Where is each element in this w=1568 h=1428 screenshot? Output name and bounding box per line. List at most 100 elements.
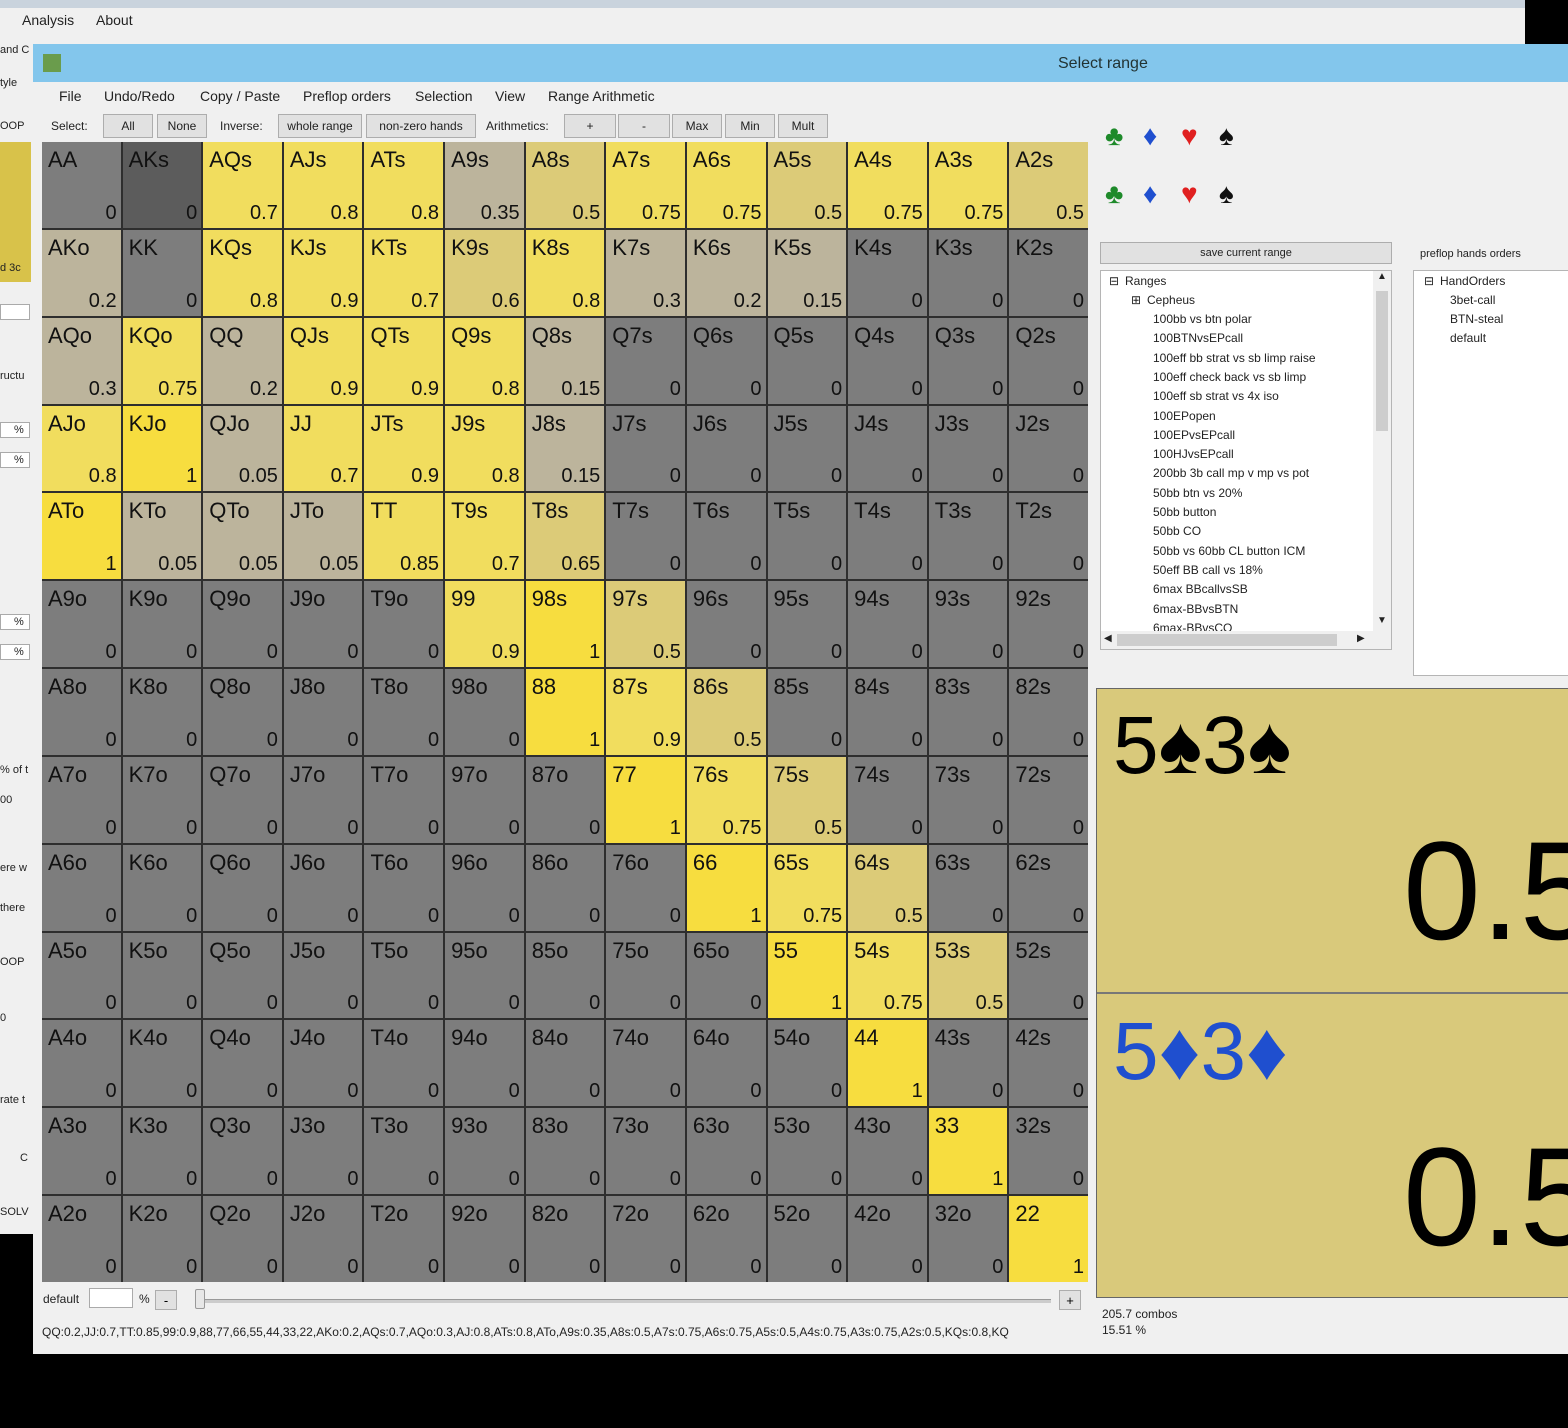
hand-cell[interactable]: Q6s 0 <box>686 317 766 404</box>
hand-cell[interactable]: 85s 0 <box>767 669 847 755</box>
tree-vertical-scrollbar[interactable]: ▲ ▼ <box>1373 271 1391 631</box>
hand-cell[interactable]: Q8o 0 <box>203 669 282 755</box>
hand-cell[interactable]: 62o 0 <box>686 1196 766 1282</box>
hand-cell[interactable]: J8o 0 <box>283 669 363 755</box>
tree-node-default[interactable]: default <box>1450 331 1486 345</box>
hand-cell[interactable]: 32o 0 <box>928 1196 1008 1282</box>
hand-cell[interactable]: 98s 1 <box>525 581 605 668</box>
hand-cell[interactable]: A9o 0 <box>42 581 121 668</box>
menu-view[interactable]: View <box>495 88 525 104</box>
weight-slider-track[interactable] <box>201 1299 1051 1303</box>
tree-range-item[interactable]: 50eff BB call vs 18% <box>1153 563 1263 577</box>
hand-cell[interactable]: T3s 0 <box>928 493 1008 580</box>
tree-range-item[interactable]: 100eff check back vs sb limp <box>1153 370 1306 384</box>
hand-cell[interactable]: K3s 0 <box>928 229 1008 316</box>
tree-range-item[interactable]: 100EPvsEPcall <box>1153 428 1235 442</box>
hand-cell[interactable]: 42s 0 <box>1009 1020 1088 1107</box>
hand-cell[interactable]: 84s 0 <box>848 669 927 755</box>
hand-cell[interactable]: JTs 0.9 <box>364 405 444 492</box>
hand-cell[interactable]: QTs 0.9 <box>364 317 444 404</box>
hand-cell[interactable]: J5o 0 <box>283 932 363 1019</box>
hand-cell[interactable]: Q2s 0 <box>1009 317 1088 404</box>
hand-cell[interactable]: T2o 0 <box>364 1196 444 1282</box>
hand-cell[interactable]: A7s 0.75 <box>606 142 685 228</box>
hand-cell[interactable]: 87s 0.9 <box>606 669 685 755</box>
hand-cell[interactable]: A4s 0.75 <box>848 142 927 228</box>
hand-cell[interactable]: K2s 0 <box>1009 229 1088 316</box>
hand-cell[interactable]: K8o 0 <box>122 669 202 755</box>
hand-cell[interactable]: 96s 0 <box>686 581 766 668</box>
weight-slider-thumb[interactable] <box>195 1289 205 1309</box>
hand-cell[interactable]: K3o 0 <box>122 1108 202 1195</box>
hand-cell[interactable]: J9o 0 <box>283 581 363 668</box>
hand-cell[interactable]: 42o 0 <box>848 1196 927 1282</box>
hand-cell[interactable]: J5s 0 <box>767 405 847 492</box>
scroll-left-icon[interactable]: ◀ <box>1104 633 1112 644</box>
hand-cell[interactable]: T4o 0 <box>364 1020 444 1107</box>
hand-cell[interactable]: A7o 0 <box>42 756 121 843</box>
hand-cell[interactable]: 77 1 <box>606 756 685 843</box>
min-button[interactable]: Min <box>725 114 775 138</box>
hand-cell[interactable]: T3o 0 <box>364 1108 444 1195</box>
hand-cell[interactable]: T5o 0 <box>364 932 444 1019</box>
hand-cell[interactable]: A6s 0.75 <box>686 142 766 228</box>
hand-cell[interactable]: 43s 0 <box>928 1020 1008 1107</box>
hand-cell[interactable]: 64o 0 <box>686 1020 766 1107</box>
hand-cell[interactable]: 74o 0 <box>606 1020 685 1107</box>
tree-range-item[interactable]: 6max BBcallvsSB <box>1153 582 1248 596</box>
hand-cell[interactable]: QQ 0.2 <box>203 317 282 404</box>
hand-cell[interactable]: K5s 0.15 <box>767 229 847 316</box>
select-all-button[interactable]: All <box>103 114 153 138</box>
hand-cell[interactable]: 93s 0 <box>928 581 1008 668</box>
hand-cell[interactable]: 72s 0 <box>1009 756 1088 843</box>
hand-cell[interactable]: 75o 0 <box>606 932 685 1019</box>
hand-cell[interactable]: AKo 0.2 <box>42 229 121 316</box>
tree-node-cepheus[interactable]: Cepheus <box>1147 293 1195 307</box>
hand-cell[interactable]: KQo 0.75 <box>122 317 202 404</box>
increase-button[interactable]: + <box>1059 1290 1081 1310</box>
hand-cell[interactable]: KTs 0.7 <box>364 229 444 316</box>
hand-cell[interactable]: J7s 0 <box>606 405 685 492</box>
hand-cell[interactable]: ATo 1 <box>42 493 121 580</box>
hand-cell[interactable]: Q7o 0 <box>203 756 282 843</box>
spade-icon[interactable]: ♠ <box>1219 120 1234 152</box>
hand-cell[interactable]: AQs 0.7 <box>203 142 282 228</box>
hand-cell[interactable]: QJo 0.05 <box>203 405 282 492</box>
max-button[interactable]: Max <box>672 114 722 138</box>
hand-cell[interactable]: 85o 0 <box>525 932 605 1019</box>
hand-cell[interactable]: K4o 0 <box>122 1020 202 1107</box>
hand-cell[interactable]: TT 0.85 <box>364 493 444 580</box>
hand-cell[interactable]: T2s 0 <box>1009 493 1088 580</box>
hand-cell[interactable]: 54o 0 <box>767 1020 847 1107</box>
hand-cell[interactable]: KK 0 <box>122 229 202 316</box>
decrease-button[interactable]: - <box>155 1290 177 1310</box>
hand-cell[interactable]: A4o 0 <box>42 1020 121 1107</box>
hand-cell[interactable]: Q6o 0 <box>203 844 282 931</box>
hand-cell[interactable]: 92o 0 <box>445 1196 524 1282</box>
hand-cell[interactable]: A5o 0 <box>42 932 121 1019</box>
scroll-thumb[interactable] <box>1117 634 1337 646</box>
hand-cell[interactable]: 76o 0 <box>606 844 685 931</box>
hand-cell[interactable]: T4s 0 <box>848 493 927 580</box>
tree-range-item[interactable]: 100HJvsEPcall <box>1153 447 1234 461</box>
hand-cell[interactable]: 65o 0 <box>686 932 766 1019</box>
diamond-icon[interactable]: ♦ <box>1143 120 1157 152</box>
hand-cell[interactable]: A5s 0.5 <box>767 142 847 228</box>
hand-cell[interactable]: A2s 0.5 <box>1009 142 1088 228</box>
hand-cell[interactable]: JTo 0.05 <box>283 493 363 580</box>
hand-cell[interactable]: KQs 0.8 <box>203 229 282 316</box>
hand-cell[interactable]: T8o 0 <box>364 669 444 755</box>
scroll-down-icon[interactable]: ▼ <box>1377 615 1387 626</box>
hand-cell[interactable]: 94o 0 <box>445 1020 524 1107</box>
hand-cell[interactable]: AA 0 <box>42 142 121 228</box>
hand-cell[interactable]: AQo 0.3 <box>42 317 121 404</box>
hand-cell[interactable]: K6s 0.2 <box>686 229 766 316</box>
plus-button[interactable]: + <box>564 114 616 138</box>
hand-cell[interactable]: 83o 0 <box>525 1108 605 1195</box>
scroll-thumb[interactable] <box>1376 291 1388 431</box>
hand-cell[interactable]: 95s 0 <box>767 581 847 668</box>
hand-cell[interactable]: 66 1 <box>686 844 766 931</box>
hand-cell[interactable]: T9o 0 <box>364 581 444 668</box>
hand-cell[interactable]: 87o 0 <box>525 756 605 843</box>
tree-expand-icon[interactable]: ⊟ <box>1424 274 1434 288</box>
